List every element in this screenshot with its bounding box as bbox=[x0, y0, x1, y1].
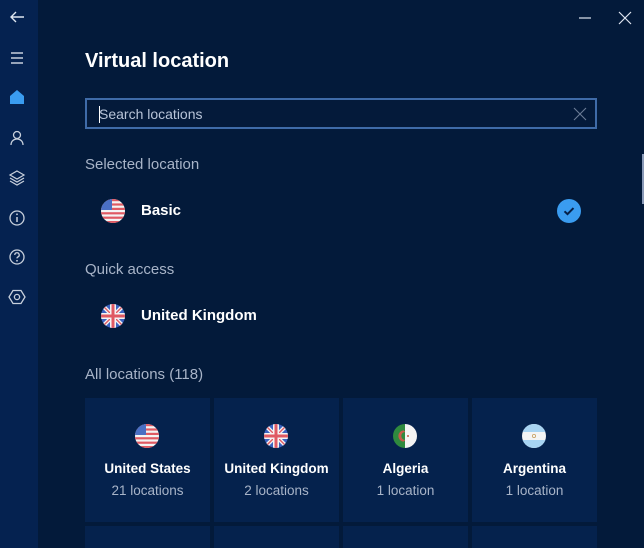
location-tile-algeria[interactable]: Algeria 1 location bbox=[343, 398, 468, 522]
clear-search-icon[interactable] bbox=[573, 107, 587, 121]
argentina-flag-icon bbox=[522, 424, 546, 448]
sidebar-item-home[interactable] bbox=[7, 87, 27, 107]
search-input[interactable] bbox=[99, 105, 559, 123]
user-icon bbox=[10, 130, 24, 146]
sidebar-item-info[interactable] bbox=[7, 208, 27, 228]
selected-location-label: Selected location bbox=[85, 156, 200, 173]
settings-icon bbox=[8, 289, 26, 305]
uk-flag-icon bbox=[264, 424, 288, 448]
location-count: 2 locations bbox=[244, 483, 309, 498]
sidebar-item-features[interactable] bbox=[7, 168, 27, 188]
text-caret bbox=[99, 106, 100, 123]
location-tile-partial[interactable] bbox=[343, 526, 468, 548]
selected-location-row[interactable]: Basic bbox=[85, 191, 597, 231]
location-tile-partial[interactable] bbox=[472, 526, 597, 548]
location-tile-partial[interactable] bbox=[85, 526, 210, 548]
location-tile-united-kingdom[interactable]: United Kingdom 2 locations bbox=[214, 398, 339, 522]
layers-icon bbox=[8, 170, 26, 186]
close-icon bbox=[618, 11, 632, 25]
sidebar-item-account[interactable] bbox=[7, 128, 27, 148]
arrow-left-icon bbox=[10, 11, 24, 23]
us-flag-icon bbox=[135, 424, 159, 448]
selected-location-name: Basic bbox=[141, 202, 182, 219]
location-tile-argentina[interactable]: Argentina 1 location bbox=[472, 398, 597, 522]
uk-flag-icon bbox=[101, 304, 125, 328]
minimize-icon bbox=[579, 17, 591, 19]
location-name: United States bbox=[104, 461, 191, 476]
location-name: United Kingdom bbox=[224, 461, 329, 476]
location-tile-united-states[interactable]: United States 21 locations bbox=[85, 398, 210, 522]
home-icon bbox=[10, 90, 24, 104]
help-icon bbox=[9, 249, 25, 265]
location-count: 1 location bbox=[505, 483, 564, 498]
sidebar bbox=[0, 0, 38, 548]
page-title: Virtual location bbox=[85, 50, 230, 72]
search-box[interactable] bbox=[85, 98, 597, 129]
quick-access-row[interactable]: United Kingdom bbox=[85, 296, 597, 336]
location-count: 21 locations bbox=[111, 483, 184, 498]
quick-access-name: United Kingdom bbox=[141, 307, 257, 324]
location-tile-partial[interactable] bbox=[214, 526, 339, 548]
location-name: Algeria bbox=[382, 461, 429, 476]
back-button[interactable] bbox=[7, 7, 27, 27]
checkmark-icon bbox=[557, 199, 581, 223]
close-window-button[interactable] bbox=[615, 8, 635, 28]
all-locations-label: All locations (118) bbox=[85, 366, 204, 383]
hamburger-icon bbox=[11, 52, 23, 64]
minimize-button[interactable] bbox=[575, 8, 595, 28]
location-count: 1 location bbox=[376, 483, 435, 498]
info-icon bbox=[9, 210, 25, 226]
location-name: Argentina bbox=[502, 461, 566, 476]
sidebar-item-help[interactable] bbox=[7, 247, 27, 267]
algeria-flag-icon bbox=[393, 424, 417, 448]
us-flag-icon bbox=[101, 199, 125, 223]
quick-access-label: Quick access bbox=[85, 261, 175, 278]
sidebar-item-settings[interactable] bbox=[7, 287, 27, 307]
menu-button[interactable] bbox=[7, 48, 27, 68]
